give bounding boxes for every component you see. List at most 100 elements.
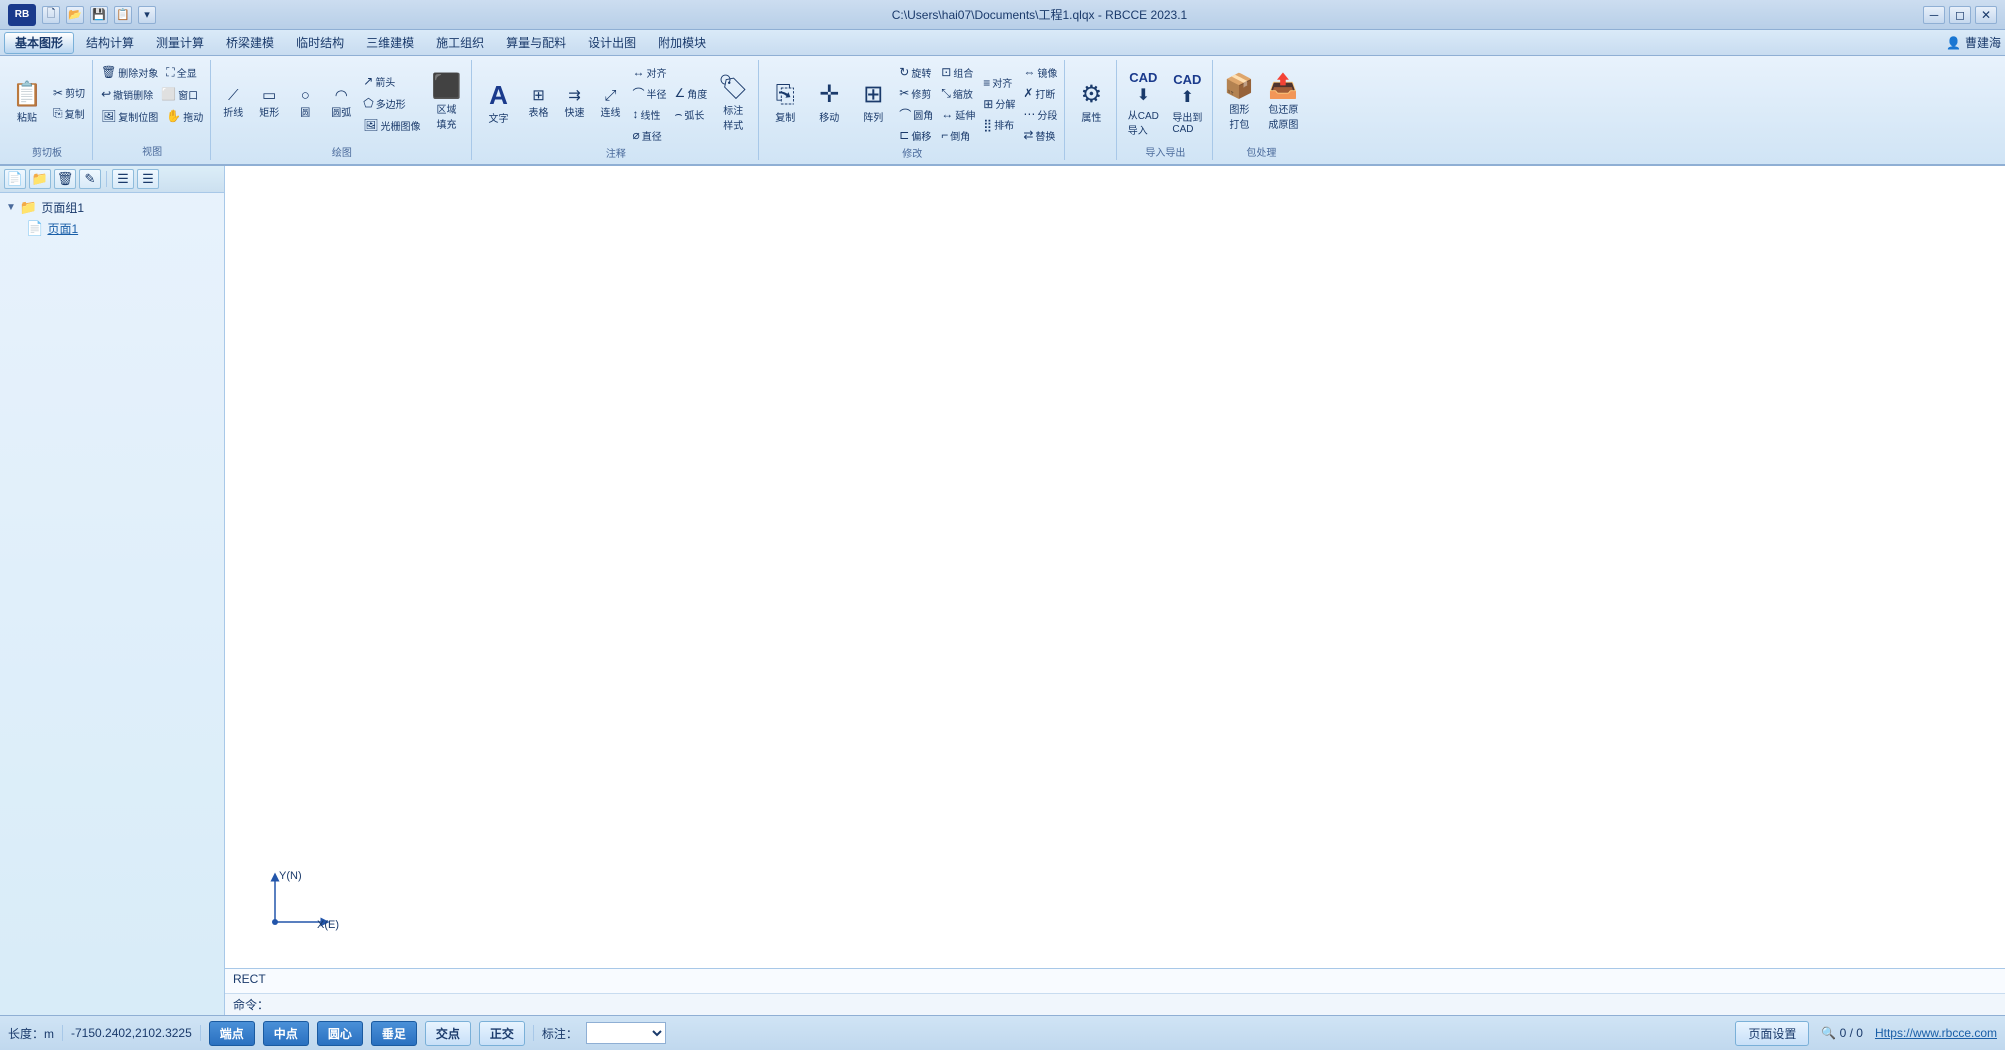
cut-button[interactable]: ✂ 剪切 [50,83,88,103]
panel-align-right-button[interactable]: ☰ [137,169,159,189]
array-icon: ⊞ [863,83,883,107]
menu-measurement-calc[interactable]: 测量计算 [146,32,214,54]
text-button[interactable]: A 文字 [477,63,519,145]
rotate-button[interactable]: ↻ 旋转 [896,62,936,82]
table-button[interactable]: ⊞ 表格 [521,85,555,123]
dim-angle-label: 角度 [687,86,707,101]
arrow-button[interactable]: ↗ 箭头 [360,71,423,91]
menu-3d-modeling[interactable]: 三维建模 [356,32,424,54]
window-button[interactable]: ⬜ 窗口 [158,84,201,104]
dim-half-radius-button[interactable]: ⌒ 半径 [629,83,669,103]
menu-temp-structure[interactable]: 临时结构 [286,32,354,54]
status-right: 页面设置 🔍 0 / 0 Https://www.rbcce.com [1735,1021,1997,1046]
to-cad-label: 导出到CAD [1172,109,1202,135]
dim-diameter-button[interactable]: ⌀ 直径 [629,125,669,145]
canvas[interactable]: Y(N) X(E) RECT 命令： [225,166,2005,1015]
page-settings-button[interactable]: 页面设置 [1735,1021,1809,1046]
snap-midpoint-button[interactable]: 中点 [263,1021,309,1046]
cut2-button[interactable]: ✗ 打断 [1020,83,1060,103]
menu-design-drawing[interactable]: 设计出图 [578,32,646,54]
polyline-button[interactable]: ⟋ 折线 [216,84,250,122]
properties-button[interactable]: ⚙ 属性 [1070,62,1112,144]
marker-style-button[interactable]: 🏷 标注样式 [712,63,754,145]
hatch-button[interactable]: 🖼 光栅图像 [360,115,423,135]
restore-button[interactable]: ◻ [1949,6,1971,24]
minimize-button[interactable]: ─ [1923,6,1945,24]
snap-intersection-button[interactable]: 交点 [425,1021,471,1046]
arrange-button[interactable]: ⣿ 排布 [980,115,1018,135]
offset-button[interactable]: ⊏ 偏移 [896,125,936,145]
to-cad-button[interactable]: CAD ⬆ 导出到CAD [1166,62,1208,144]
menu-quantity-material[interactable]: 算量与配料 [496,32,576,54]
menu-basic-shapes[interactable]: 基本图形 [4,32,74,54]
replace-button[interactable]: ⇄ 替换 [1020,125,1060,145]
open-file-button[interactable]: 📂 [66,6,84,24]
website-link[interactable]: Https://www.rbcce.com [1875,1026,1997,1040]
extend-button[interactable]: ↔ 延伸 [938,104,978,124]
align2-button[interactable]: ≡ 对齐 [980,73,1018,93]
tree-group1[interactable]: ▼ 📁 页面组1 [4,197,220,218]
dim-angle-button[interactable]: ∠ 角度 [672,83,711,103]
menu-structural-calc[interactable]: 结构计算 [76,32,144,54]
rect-button[interactable]: ▭ 矩形 [252,84,286,122]
command-input[interactable] [272,998,1683,1012]
copy-icon: ⎘ [53,106,63,121]
menu-construction-org[interactable]: 施工组织 [426,32,494,54]
snap-orthogonal-button[interactable]: 正交 [479,1021,525,1046]
paste-button[interactable]: 📋 粘贴 [6,62,48,144]
menu-bridge-modeling[interactable]: 桥梁建模 [216,32,284,54]
copy2-button[interactable]: ⎘ 复制 [764,63,806,145]
merge-button[interactable]: ⊡ 组合 [938,62,978,82]
dim-arc-button[interactable]: ⌢ 弧长 [672,104,711,124]
menubar: 基本图形 结构计算 测量计算 桥梁建模 临时结构 三维建模 施工组织 算量与配料… [0,30,2005,56]
markup-select[interactable] [586,1022,666,1044]
copy-bitmap-button[interactable]: 🖼 复制位图 [98,106,161,126]
from-cad-button[interactable]: CAD ⬇ 从CAD导入 [1122,62,1164,144]
circle-button[interactable]: ○ 圆 [288,84,322,122]
scale-button[interactable]: ⤡ 缩放 [938,83,978,103]
arc-button[interactable]: ◠ 圆弧 [324,84,358,122]
saveas-file-button[interactable]: 📋 [114,6,132,24]
restore-package-button[interactable]: 📤 包还原成原图 [1262,62,1304,144]
trim-button[interactable]: ✂ 修剪 [896,83,936,103]
dim-align-button[interactable]: ↔ 对齐 [629,62,669,82]
round-button[interactable]: ⌒ 圆角 [896,104,936,124]
array-button[interactable]: ⊞ 阵列 [852,63,894,145]
tree-page1[interactable]: 📄 页面1 [24,218,220,239]
divide-button[interactable]: ⋯ 分段 [1020,104,1060,124]
shape-package-button[interactable]: 📦 图形打包 [1218,62,1260,144]
delete-obj-button[interactable]: 🗑 删除对象 [98,62,161,82]
panel-delete-button[interactable]: 🗑 [54,169,76,189]
fill-button[interactable]: ⬛ 区域填充 [425,62,467,144]
more-button[interactable]: ▾ [138,6,156,24]
cad-label-from: CAD [1129,70,1157,85]
undo-delete-button[interactable]: ↩ 撤销删除 [98,84,156,104]
drawing-area[interactable]: Y(N) X(E) RECT 命令： [225,166,2005,1015]
snap-endpoint-button[interactable]: 端点 [209,1021,255,1046]
mirror-button[interactable]: ⇔ 镜像 [1020,62,1060,82]
hatch-icon: 🖼 [363,118,378,132]
panel-align-left-button[interactable]: ☰ [112,169,134,189]
modify-row: ⎘ 复制 ✛ 移动 ⊞ 阵列 ↻ 旋转 ✂ 修剪 [764,62,1060,145]
menu-addons[interactable]: 附加模块 [648,32,716,54]
save-file-button[interactable]: 💾 [90,6,108,24]
dim-linear-button[interactable]: ↕ 线性 [629,104,669,124]
dim-arc-icon: ⌢ [675,107,683,122]
snap-center-button[interactable]: 圆心 [317,1021,363,1046]
panel-folder-button[interactable]: 📁 [29,169,51,189]
move-button[interactable]: ✛ 移动 [808,63,850,145]
polygon-button[interactable]: ⬠ 多边形 [360,93,423,113]
fullscreen-button[interactable]: ⛶ 全显 [163,62,199,82]
align2-label: 对齐 [992,75,1012,90]
close-button[interactable]: ✕ [1975,6,1997,24]
snap-perpendicular-button[interactable]: 垂足 [371,1021,417,1046]
explode-button[interactable]: ⊞ 分解 [980,94,1018,114]
chamfer-button[interactable]: ⌐ 倒角 [938,125,978,145]
panel-rename-button[interactable]: ✎ [79,169,101,189]
connect-button[interactable]: ⤢ 连线 [593,85,627,123]
quick-button[interactable]: ⇉ 快速 [557,85,591,123]
panel-new-button[interactable]: 📄 [4,169,26,189]
new-file-button[interactable]: 🗋 [42,6,60,24]
copy-button[interactable]: ⎘ 复制 [50,104,88,124]
drag-button[interactable]: ✋ 拖动 [163,106,206,126]
